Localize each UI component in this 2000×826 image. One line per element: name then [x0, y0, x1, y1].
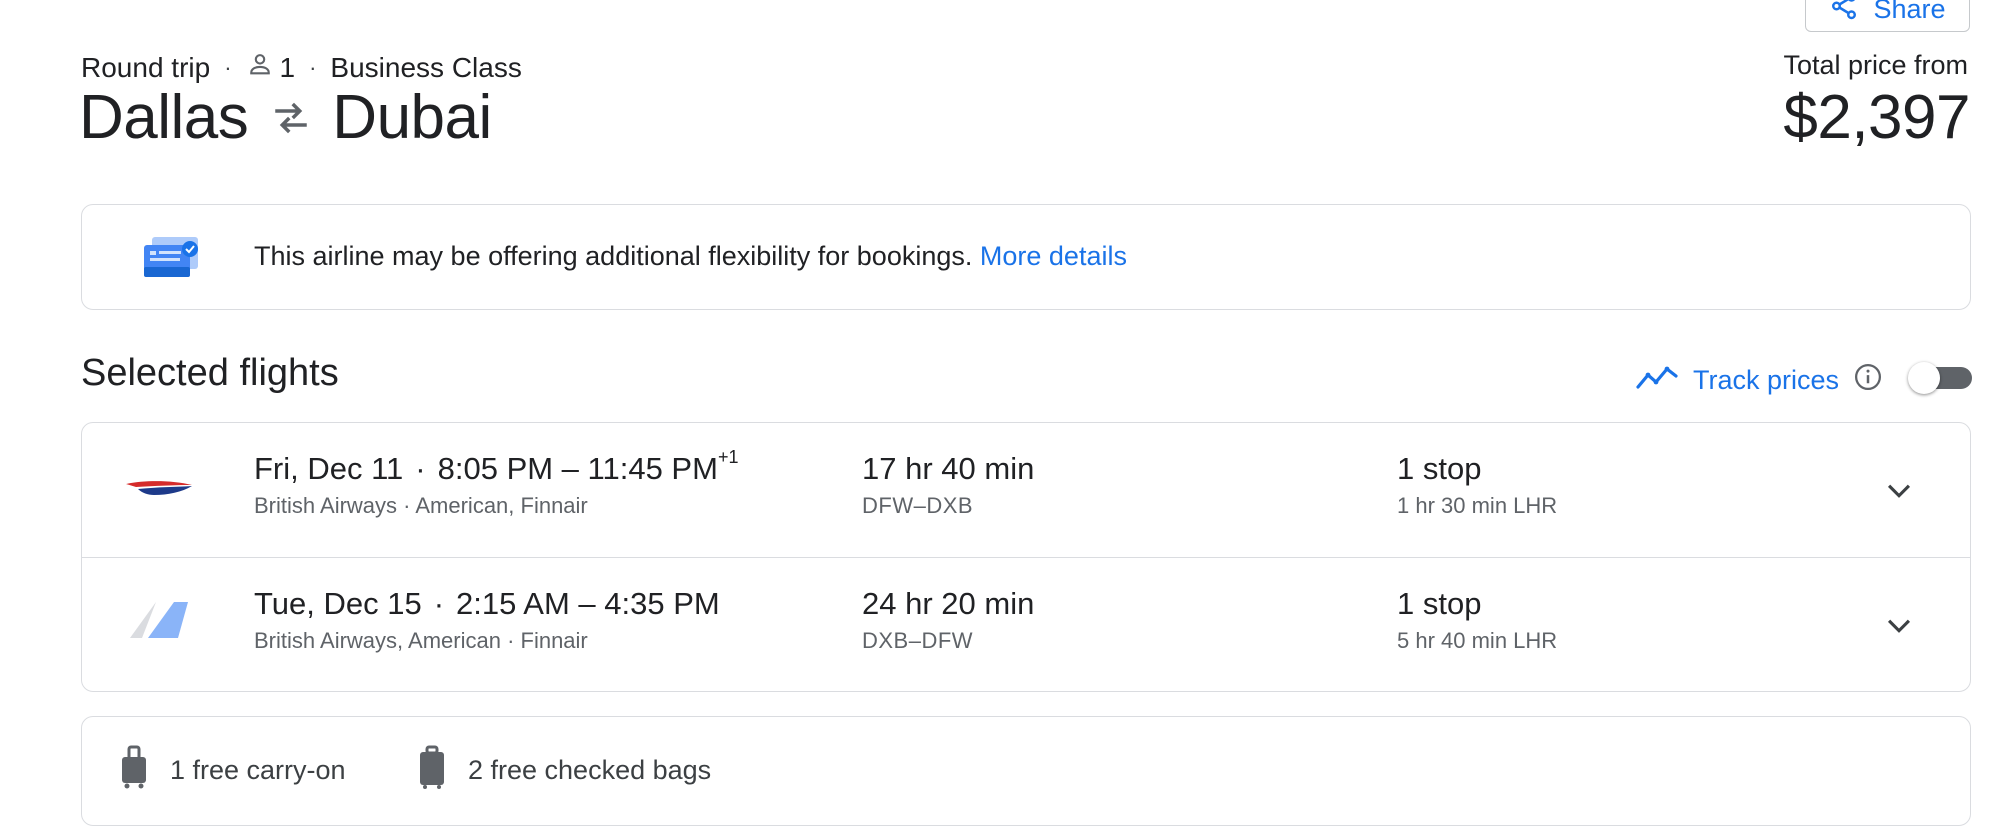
flight-row-return[interactable]: Tue, Dec 15 · 2:15 AM – 4:35 PM British Ai…: [82, 558, 1970, 692]
destination-city: Dubai: [332, 83, 492, 152]
separator-dot: ·: [224, 54, 232, 80]
track-prices-toggle[interactable]: [1908, 362, 1972, 394]
flight-row-outbound[interactable]: Fri, Dec 11 · 8:05 PM – 11:45 PM+1 British…: [82, 423, 1970, 558]
share-icon: [1829, 0, 1859, 28]
checked-bags-info: 2 free checked bags: [416, 745, 711, 796]
flight-duration: 17 hr 40 min: [862, 451, 1035, 486]
british-airways-logo: [124, 475, 194, 504]
flight-time-range: 8:05 PM – 11:45 PM: [437, 451, 718, 486]
person-icon: [246, 50, 274, 85]
ticket-check-icon: [140, 235, 202, 281]
chevron-down-icon[interactable]: [1882, 473, 1916, 507]
checked-bags-label: 2 free checked bags: [468, 755, 712, 785]
passenger-number: 1: [279, 51, 296, 83]
trip-type: Round trip: [81, 51, 211, 83]
selected-flights-title: Selected flights: [81, 352, 339, 394]
day-offset: +1: [717, 447, 739, 467]
flexibility-banner: This airline may be offering additional …: [81, 204, 1971, 310]
flight-duration: 24 hr 20 min: [862, 586, 1035, 621]
more-details-link[interactable]: More details: [980, 241, 1127, 271]
route-title: Dallas Dubai: [79, 82, 492, 153]
flight-date: Fri, Dec 11: [254, 451, 404, 486]
flight-time-range: 2:15 AM – 4:35 PM: [456, 586, 720, 621]
carry-on-info: 1 free carry-on: [118, 745, 346, 796]
carry-on-bag-icon: [118, 745, 150, 796]
passenger-count: 1: [246, 50, 296, 85]
trend-line-icon: [1635, 363, 1679, 398]
toggle-knob: [1908, 362, 1940, 394]
operating-airlines: British Airways · American, Finnair: [254, 493, 588, 518]
flight-date: Tue, Dec 15: [254, 586, 422, 621]
origin-city: Dallas: [79, 83, 249, 152]
layover-info: 5 hr 40 min LHR: [1397, 628, 1558, 653]
flight-times: Tue, Dec 15 · 2:15 AM – 4:35 PM: [254, 586, 720, 622]
separator-dot: ·: [433, 586, 445, 621]
flight-route: DFW–DXB: [862, 493, 974, 518]
flight-times: Fri, Dec 11 · 8:05 PM – 11:45 PM+1: [254, 447, 738, 487]
flight-stops: 1 stop: [1397, 451, 1482, 486]
trip-meta: Round trip · 1 · Business Class: [81, 50, 522, 85]
flight-route: DXB–DFW: [862, 628, 974, 653]
multiple-airlines-logo: [124, 600, 188, 645]
selected-flights-card: Fri, Dec 11 · 8:05 PM – 11:45 PM+1 British…: [81, 422, 1971, 692]
separator-dot: ·: [309, 54, 317, 80]
flight-stops: 1 stop: [1397, 586, 1482, 621]
baggage-card: 1 free carry-on 2 free checked bags: [81, 716, 1971, 826]
banner-text: This airline may be offering additional …: [254, 241, 1127, 272]
checked-bag-icon: [416, 745, 448, 796]
chevron-down-icon[interactable]: [1882, 608, 1916, 642]
layover-info: 1 hr 30 min LHR: [1397, 493, 1558, 518]
banner-message: This airline may be offering additional …: [254, 241, 973, 271]
track-prices[interactable]: Track prices: [1635, 362, 1883, 399]
track-prices-label[interactable]: Track prices: [1693, 365, 1839, 396]
separator-dot: ·: [415, 451, 426, 486]
share-label: Share: [1873, 0, 1946, 24]
total-price-label: Total price from: [1783, 50, 1968, 80]
share-button[interactable]: Share: [1805, 0, 1970, 32]
swap-arrows-icon: [270, 97, 312, 139]
operating-airlines: British Airways, American · Finnair: [254, 628, 588, 653]
total-price: $2,397: [1783, 83, 1970, 152]
carry-on-label: 1 free carry-on: [170, 755, 346, 785]
cabin-class: Business Class: [330, 51, 522, 83]
info-icon[interactable]: [1853, 362, 1883, 399]
